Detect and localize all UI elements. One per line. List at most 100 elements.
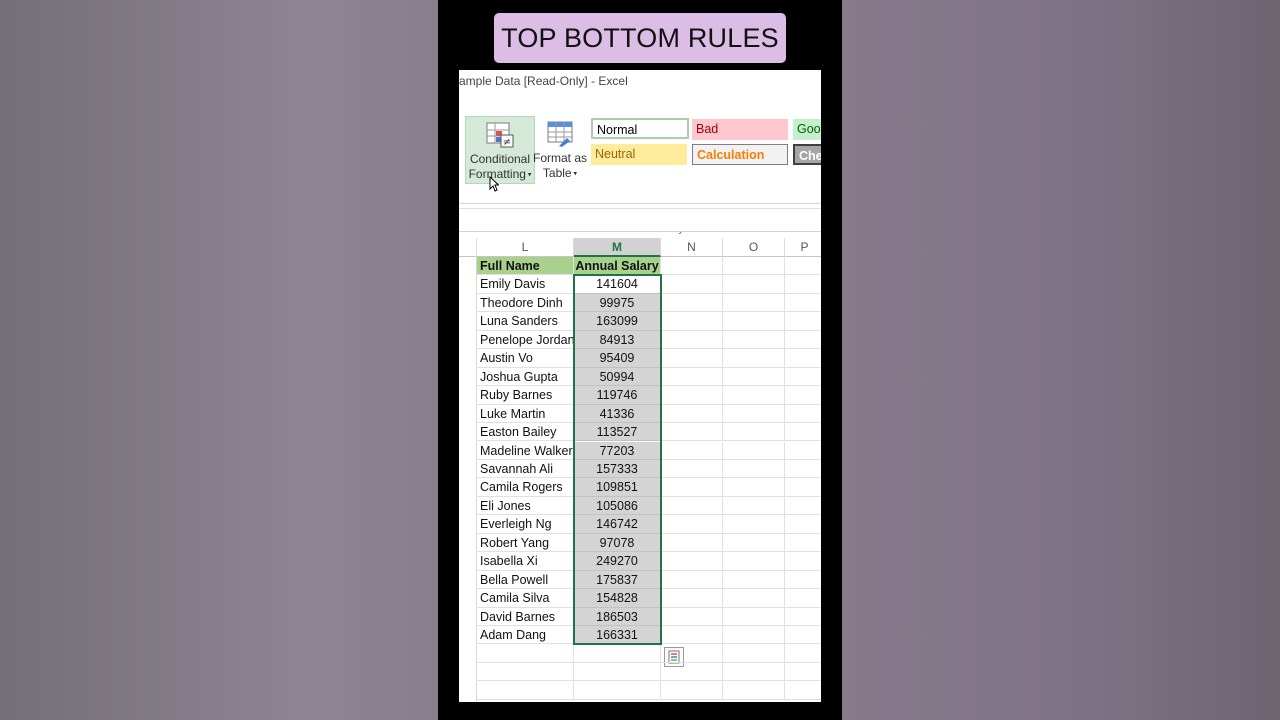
employee-name-cell[interactable]: Ruby Barnes: [477, 386, 574, 405]
employee-name-cell[interactable]: Everleigh Ng: [477, 515, 574, 534]
cell-empty[interactable]: [661, 441, 723, 460]
cell-empty[interactable]: [785, 349, 821, 368]
cell-empty[interactable]: [785, 405, 821, 424]
employee-name-cell[interactable]: Camila Rogers: [477, 478, 574, 497]
cell-empty[interactable]: [574, 644, 661, 663]
cell-empty[interactable]: [574, 662, 661, 682]
cell-empty[interactable]: [785, 442, 821, 460]
employee-name-cell[interactable]: Easton Bailey: [477, 423, 574, 442]
cell-empty[interactable]: [723, 275, 785, 294]
salary-cell[interactable]: 186503: [574, 607, 661, 626]
cell-empty[interactable]: [723, 257, 785, 276]
cell-empty[interactable]: [723, 478, 785, 497]
cell-empty[interactable]: [661, 459, 723, 479]
formula-bar[interactable]: [459, 208, 821, 232]
salary-cell[interactable]: 154828: [574, 589, 661, 608]
employee-name-cell[interactable]: Austin Vo: [477, 349, 574, 368]
cell-empty[interactable]: [785, 368, 821, 387]
column-header-n[interactable]: N: [661, 238, 723, 257]
cell-empty[interactable]: [661, 257, 723, 276]
cell-empty[interactable]: [785, 589, 821, 608]
cell-empty[interactable]: [785, 608, 821, 626]
cell-empty[interactable]: [723, 386, 785, 405]
cell-empty[interactable]: [723, 441, 785, 460]
style-bad[interactable]: Bad: [692, 119, 788, 140]
cell-empty[interactable]: [661, 386, 723, 405]
salary-cell[interactable]: 77203: [574, 441, 661, 460]
employee-name-cell[interactable]: Emily Davis: [477, 275, 574, 294]
style-good[interactable]: Goo: [793, 119, 821, 140]
cell-empty[interactable]: [723, 589, 785, 608]
cell-empty[interactable]: [477, 662, 574, 682]
employee-name-cell[interactable]: Camila Silva: [477, 589, 574, 608]
cell-empty[interactable]: [723, 626, 785, 645]
cell-empty[interactable]: [785, 552, 821, 571]
cell-empty[interactable]: [785, 534, 821, 553]
cell-empty[interactable]: [477, 681, 574, 700]
cell-empty[interactable]: [661, 404, 723, 424]
cell-empty[interactable]: [661, 275, 723, 294]
employee-name-cell[interactable]: Madeline Walker: [477, 441, 574, 460]
salary-cell[interactable]: 105086: [574, 496, 661, 516]
salary-cell[interactable]: 175837: [574, 570, 661, 590]
salary-cell[interactable]: 109851: [574, 478, 661, 497]
cell-empty[interactable]: [785, 312, 821, 331]
cell-empty[interactable]: [785, 571, 821, 590]
salary-cell[interactable]: 113527: [574, 423, 661, 442]
column-header-m[interactable]: M: [574, 238, 661, 257]
column-header-o[interactable]: O: [723, 238, 785, 257]
employee-name-cell[interactable]: Penelope Jordan: [477, 330, 574, 350]
cell-empty[interactable]: [723, 293, 785, 313]
cell-empty[interactable]: [785, 386, 821, 405]
cell-empty[interactable]: [723, 570, 785, 590]
cell-empty[interactable]: [661, 570, 723, 590]
cell-empty[interactable]: [661, 496, 723, 516]
conditional-formatting-button[interactable]: ≠ Conditional Formatting ▾: [465, 116, 535, 184]
cell-empty[interactable]: [785, 294, 821, 313]
cell-empty[interactable]: [723, 459, 785, 479]
cell-empty[interactable]: [785, 626, 821, 645]
cell-empty[interactable]: [723, 644, 785, 663]
cell-empty[interactable]: [661, 330, 723, 350]
salary-cell[interactable]: 249270: [574, 552, 661, 571]
salary-cell[interactable]: 157333: [574, 459, 661, 479]
cell-empty[interactable]: [723, 496, 785, 516]
cell-empty[interactable]: [661, 552, 723, 571]
style-normal[interactable]: Normal: [591, 118, 689, 139]
cell-empty[interactable]: [785, 478, 821, 497]
salary-cell[interactable]: 95409: [574, 349, 661, 368]
cell-empty[interactable]: [661, 681, 723, 700]
cell-empty[interactable]: [723, 662, 785, 682]
cell-empty[interactable]: [477, 644, 574, 663]
cell-empty[interactable]: [661, 589, 723, 608]
cell-empty[interactable]: [723, 404, 785, 424]
employee-name-cell[interactable]: Joshua Gupta: [477, 367, 574, 387]
salary-cell[interactable]: 163099: [574, 312, 661, 331]
cell-empty[interactable]: [785, 515, 821, 534]
salary-cell[interactable]: 99975: [574, 293, 661, 313]
header-annual-salary[interactable]: Annual Salary: [574, 257, 661, 276]
cell-empty[interactable]: [723, 533, 785, 553]
cell-empty[interactable]: [661, 423, 723, 442]
cell-empty[interactable]: [785, 257, 821, 276]
cell-empty[interactable]: [785, 423, 821, 442]
employee-name-cell[interactable]: Adam Dang: [477, 626, 574, 645]
cell-empty[interactable]: [785, 275, 821, 294]
salary-cell[interactable]: 84913: [574, 330, 661, 350]
cell-empty[interactable]: [661, 349, 723, 368]
cell-empty[interactable]: [785, 460, 821, 479]
cell-empty[interactable]: [661, 607, 723, 626]
cell-empty[interactable]: [723, 312, 785, 331]
cell-empty[interactable]: [785, 331, 821, 350]
cell-empty[interactable]: [661, 533, 723, 553]
style-check-cell[interactable]: Chec: [793, 144, 821, 165]
select-all-corner[interactable]: [459, 238, 477, 257]
employee-name-cell[interactable]: Luna Sanders: [477, 312, 574, 331]
cell-empty[interactable]: [723, 330, 785, 350]
salary-cell[interactable]: 50994: [574, 367, 661, 387]
cell-empty[interactable]: [661, 626, 723, 645]
salary-cell[interactable]: 119746: [574, 386, 661, 405]
employee-name-cell[interactable]: Luke Martin: [477, 404, 574, 424]
employee-name-cell[interactable]: David Barnes: [477, 607, 574, 626]
cell-empty[interactable]: [785, 663, 821, 682]
